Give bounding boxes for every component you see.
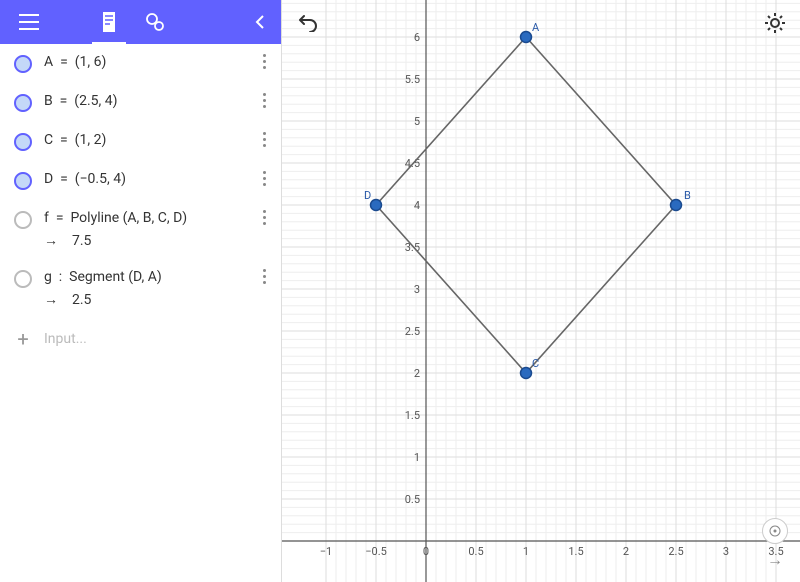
point-C[interactable] bbox=[521, 368, 532, 379]
point-B[interactable] bbox=[671, 200, 682, 211]
item-menu-icon[interactable] bbox=[247, 132, 281, 147]
y-tick-label: 1.5 bbox=[405, 409, 420, 422]
y-tick-label: 2 bbox=[414, 367, 420, 380]
visibility-toggle[interactable] bbox=[14, 94, 32, 112]
x-tick-label: −1 bbox=[320, 545, 332, 558]
list-item[interactable]: B = (2.5, 4) bbox=[0, 83, 281, 122]
y-tick-label: 2.5 bbox=[405, 325, 420, 338]
tab-algebra[interactable] bbox=[88, 0, 130, 44]
y-tick-label: 0.5 bbox=[405, 493, 420, 506]
list-item[interactable]: g : Segment (D, A) → 2.5 bbox=[0, 259, 281, 318]
x-tick-label: 0.5 bbox=[468, 545, 483, 558]
list-item[interactable]: C = (1, 2) bbox=[0, 122, 281, 161]
item-menu-icon[interactable] bbox=[247, 210, 281, 225]
x-tick-label: 1 bbox=[523, 545, 529, 558]
expr-label: f = Polyline (A, B, C, D) bbox=[44, 210, 187, 226]
list-item[interactable]: D = (−0.5, 4) bbox=[0, 161, 281, 200]
input-row[interactable]: + Input... bbox=[0, 318, 281, 360]
x-tick-label: 0 bbox=[423, 545, 429, 558]
point-A[interactable] bbox=[521, 32, 532, 43]
x-tick-label: 3 bbox=[723, 545, 729, 558]
y-tick-label: 5.5 bbox=[405, 73, 420, 86]
point-label-B: B bbox=[684, 189, 691, 202]
input-placeholder: Input... bbox=[44, 331, 87, 347]
undo-icon[interactable] bbox=[296, 12, 320, 36]
visibility-toggle[interactable] bbox=[14, 270, 32, 288]
item-menu-icon[interactable] bbox=[247, 54, 281, 69]
algebra-item-list: A = (1, 6) B = (2.5, 4) C = (1, 2) D = (… bbox=[0, 44, 281, 582]
visibility-toggle[interactable] bbox=[14, 133, 32, 151]
pan-right-icon[interactable]: → bbox=[767, 550, 783, 570]
result-arrow-icon: → bbox=[44, 291, 58, 308]
canvas-viewport[interactable]: → −1−0.500.511.522.533.50.511.522.533.54… bbox=[282, 0, 800, 582]
y-tick-label: 6 bbox=[414, 31, 420, 44]
item-menu-icon[interactable] bbox=[247, 93, 281, 108]
list-item[interactable]: f = Polyline (A, B, C, D) → 7.5 bbox=[0, 200, 281, 259]
x-tick-label: −0.5 bbox=[365, 545, 387, 558]
tab-tools[interactable] bbox=[134, 0, 176, 44]
item-menu-icon[interactable] bbox=[247, 269, 281, 284]
y-tick-label: 3 bbox=[414, 283, 420, 296]
visibility-toggle[interactable] bbox=[14, 55, 32, 73]
chevron-left-icon[interactable] bbox=[247, 15, 273, 29]
result-arrow-icon: → bbox=[44, 232, 58, 249]
sidebar: A = (1, 6) B = (2.5, 4) C = (1, 2) D = (… bbox=[0, 0, 282, 582]
point-D[interactable] bbox=[371, 200, 382, 211]
y-tick-label: 4 bbox=[414, 199, 420, 212]
item-menu-icon[interactable] bbox=[247, 171, 281, 186]
result-value: 2.5 bbox=[72, 292, 91, 308]
point-label-C: C bbox=[532, 357, 539, 370]
graph-svg: −1−0.500.511.522.533.50.511.522.533.544.… bbox=[282, 0, 800, 582]
result-value: 7.5 bbox=[72, 233, 91, 249]
expr-label: A = (1, 6) bbox=[44, 54, 106, 70]
x-tick-label: 2 bbox=[623, 545, 629, 558]
topbar bbox=[0, 0, 281, 44]
expr-label: g : Segment (D, A) bbox=[44, 269, 162, 285]
point-label-A: A bbox=[532, 21, 540, 34]
expr-label: D = (−0.5, 4) bbox=[44, 171, 126, 187]
recenter-icon[interactable] bbox=[762, 518, 788, 544]
gear-icon[interactable] bbox=[764, 12, 786, 38]
y-tick-label: 5 bbox=[414, 115, 420, 128]
expr-label: C = (1, 2) bbox=[44, 132, 106, 148]
x-tick-label: 2.5 bbox=[668, 545, 683, 558]
hamburger-icon[interactable] bbox=[8, 0, 50, 44]
point-label-D: D bbox=[364, 189, 371, 202]
expr-label: B = (2.5, 4) bbox=[44, 93, 118, 109]
y-tick-label: 1 bbox=[414, 451, 420, 464]
plus-icon[interactable]: + bbox=[14, 330, 32, 348]
visibility-toggle[interactable] bbox=[14, 211, 32, 229]
x-tick-label: 1.5 bbox=[568, 545, 583, 558]
list-item[interactable]: A = (1, 6) bbox=[0, 44, 281, 83]
visibility-toggle[interactable] bbox=[14, 172, 32, 190]
